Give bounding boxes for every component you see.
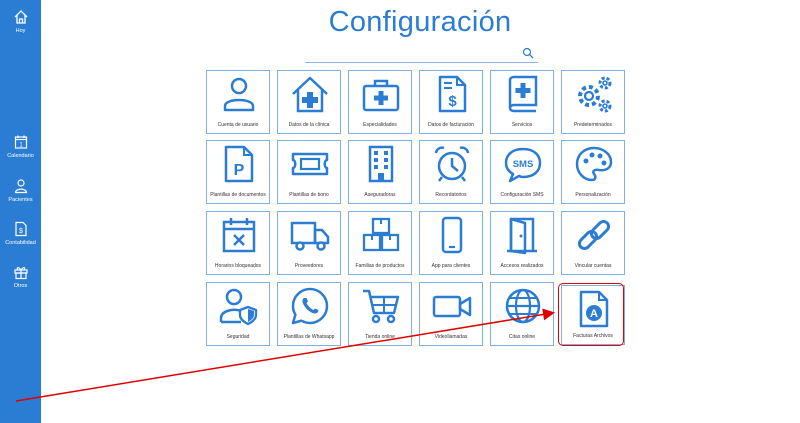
tile-label: Especialidades	[363, 122, 397, 128]
sidebar-item-pacientes[interactable]: Pacientes	[0, 178, 41, 203]
tile-label: Predeterminados	[573, 122, 613, 128]
tile-proveedores[interactable]: Proveedores	[277, 211, 341, 275]
tile-tienda-online[interactable]: Tienda online	[348, 282, 412, 346]
sidebar-item-contabilidad[interactable]: $ Contabilidad	[0, 221, 41, 246]
medical-kit-icon	[362, 79, 400, 112]
cart-icon	[363, 289, 400, 324]
sidebar-item-label: Calendario	[7, 153, 34, 159]
tile-label: Accesos realizados	[500, 263, 544, 269]
tile-aseguradoras[interactable]: Aseguradoras	[348, 140, 412, 204]
tile-accesos-realizados[interactable]: Accesos realizados	[490, 211, 554, 275]
svg-text:$: $	[19, 228, 23, 235]
tile-label: Personalización	[575, 192, 611, 198]
tile-plantillas-de-whatsapp[interactable]: Plantillas de Whatsapp	[277, 282, 341, 346]
tile-label: Videollamadas	[434, 334, 468, 340]
tile-label: Recordatorios	[435, 192, 467, 198]
gears-icon	[578, 76, 612, 113]
tile-predeterminados[interactable]: Predeterminados	[561, 70, 625, 134]
tile-label: Aseguradoras	[364, 192, 396, 198]
tile-label: Horarios bloqueados	[214, 263, 262, 269]
search-icon[interactable]	[522, 47, 534, 59]
palette-icon	[575, 146, 613, 182]
calendar-x-icon	[222, 218, 256, 253]
sidebar-item-otros[interactable]: Otros	[0, 264, 41, 289]
document-dollar-icon: $	[14, 221, 27, 237]
user-icon	[223, 77, 255, 112]
tile-citas-online[interactable]: Citas online	[490, 282, 554, 346]
tile-familias-de-productos[interactable]: Familias de productos	[348, 211, 412, 275]
tile-label: Plantillas de Whatsapp	[283, 334, 335, 340]
calendar-icon: 1	[14, 135, 27, 149]
person-icon	[14, 179, 27, 194]
tile-personalizacion[interactable]: Personalización	[561, 140, 625, 204]
app-window: Hoy 1 Calendario Pacientes $ Contabilida…	[0, 0, 800, 423]
tile-cuenta-de-usuario[interactable]: Cuenta de usuario	[206, 70, 270, 134]
tile-label: App para clientes	[431, 263, 471, 269]
tile-label: Datos de facturación	[428, 122, 474, 128]
building-icon	[368, 145, 394, 183]
tile-plantillas-de-documentos[interactable]: P Plantillas de documentos	[206, 140, 270, 204]
tile-videollamadas[interactable]: Videollamadas	[419, 282, 483, 346]
tile-label: Configuración SMS	[500, 192, 544, 198]
sidebar-item-label: Otros	[13, 283, 28, 289]
globe-icon	[505, 288, 541, 324]
invoice-icon: $	[438, 75, 467, 113]
boxes-icon	[362, 217, 400, 252]
tile-servicios[interactable]: Servicios	[490, 70, 554, 134]
sidebar-item-label: Pacientes	[8, 197, 33, 203]
tile-seguridad[interactable]: Seguridad	[206, 282, 270, 346]
sidebar-item-calendario[interactable]: 1 Calendario	[0, 134, 41, 159]
clinic-house-icon	[292, 76, 328, 113]
link-icon	[577, 219, 611, 251]
video-camera-icon	[432, 295, 472, 318]
tile-label: Servicios	[511, 122, 533, 128]
sidebar: Hoy 1 Calendario Pacientes $ Contabilida…	[0, 0, 41, 423]
tile-configuracion-sms[interactable]: SMS Configuración SMS	[490, 140, 554, 204]
tile-label: Datos de la clínica	[288, 122, 330, 128]
tile-app-para-clientes[interactable]: App para clientes	[419, 211, 483, 275]
tile-especialidades[interactable]: Especialidades	[348, 70, 412, 134]
document-p-icon: P	[224, 145, 254, 183]
tile-label: Seguridad	[226, 334, 250, 340]
page-title: Configuración	[328, 6, 512, 38]
highlight-box	[558, 283, 624, 346]
svg-text:$: $	[448, 93, 457, 110]
tile-datos-de-facturacion[interactable]: $ Datos de facturación	[419, 70, 483, 134]
alarm-clock-icon	[434, 146, 470, 182]
truck-icon	[290, 221, 330, 251]
search-bar	[305, 45, 538, 64]
ticket-icon	[291, 152, 329, 176]
tile-label: Familias de productos	[355, 263, 405, 269]
tile-label: Cuenta de usuario	[217, 122, 259, 128]
tile-label: Plantillas de documentos	[210, 192, 266, 198]
whatsapp-icon	[291, 287, 329, 325]
tile-label: Proveedores	[294, 263, 324, 269]
tile-label: Tienda online	[365, 334, 395, 340]
tile-plantillas-de-bono[interactable]: Plantillas de bono	[277, 140, 341, 204]
tile-recordatorios[interactable]: Recordatorios	[419, 140, 483, 204]
tile-vincular-cuentas[interactable]: Vincular cuentas	[561, 211, 625, 275]
gift-icon	[13, 267, 28, 280]
bottom-toolbar	[2, 402, 39, 418]
svg-text:P: P	[234, 162, 245, 179]
svg-text:SMS: SMS	[513, 159, 534, 170]
tile-label: Vincular cuentas	[574, 263, 612, 269]
smartphone-icon	[441, 216, 463, 254]
sidebar-item-label: Contabilidad	[5, 240, 36, 246]
search-input[interactable]	[305, 47, 515, 64]
tile-horarios-bloqueados[interactable]: Horarios bloqueados	[206, 211, 270, 275]
sms-icon: SMS	[504, 147, 542, 183]
tile-label: Plantillas de bono	[289, 192, 329, 198]
user-shield-icon	[219, 288, 258, 326]
medical-book-icon	[508, 75, 538, 113]
tile-datos-de-la-clinica[interactable]: Datos de la clínica	[277, 70, 341, 134]
gear-icon[interactable]	[2, 402, 18, 418]
tile-label: Citas online	[508, 334, 536, 340]
door-icon	[507, 217, 537, 255]
info-icon[interactable]	[23, 402, 39, 418]
